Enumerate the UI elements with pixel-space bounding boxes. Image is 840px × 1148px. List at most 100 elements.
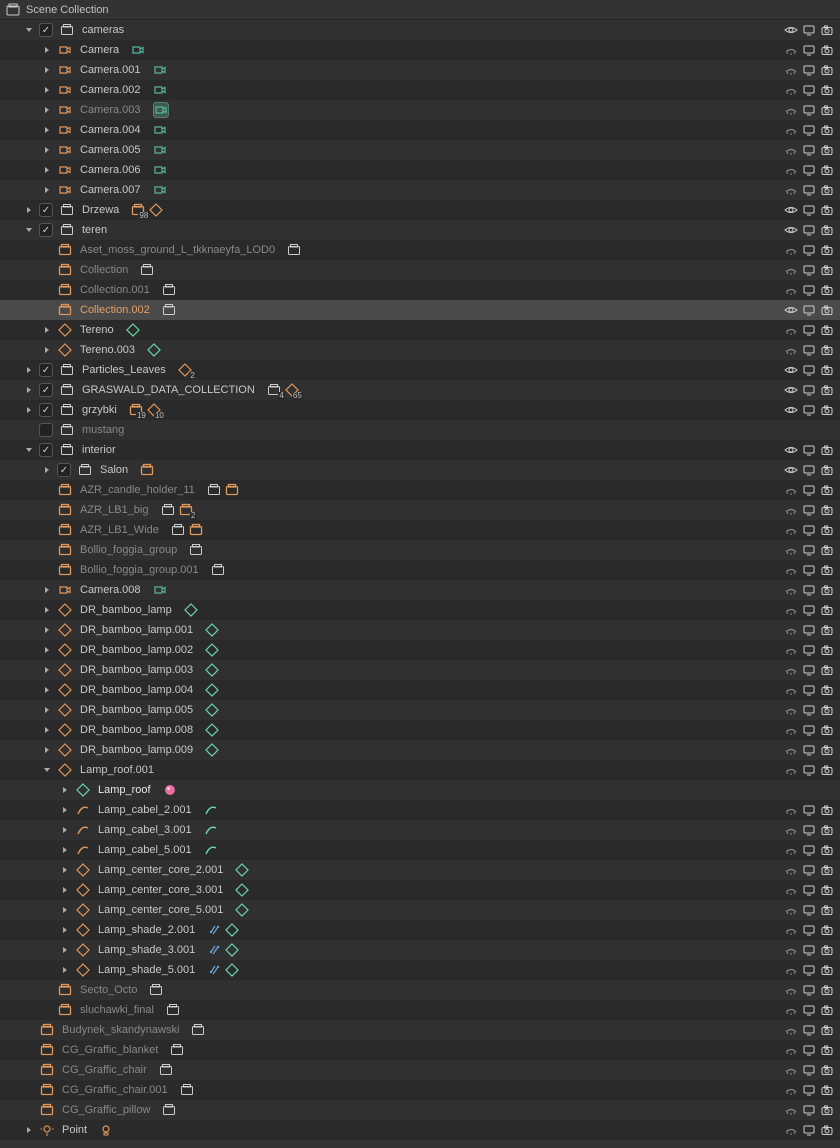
outliner-row[interactable]: Tereno.003	[0, 340, 840, 360]
disclosure-icon[interactable]	[58, 863, 72, 877]
hide-toggle-icon[interactable]	[784, 803, 798, 817]
row-label[interactable]: GRASWALD_DATA_COLLECTION	[82, 384, 255, 396]
camera-toggle-icon[interactable]	[820, 443, 834, 457]
disclosure-icon[interactable]	[40, 43, 54, 57]
screen-toggle-icon[interactable]	[802, 483, 816, 497]
visibility-checkbox[interactable]	[39, 23, 53, 37]
hide-toggle-icon[interactable]	[784, 983, 798, 997]
screen-toggle-icon[interactable]	[802, 283, 816, 297]
outliner-row[interactable]: Bollio_foggia_group.001	[0, 560, 840, 580]
outliner-row[interactable]: Camera.005	[0, 140, 840, 160]
camera-toggle-icon[interactable]	[820, 523, 834, 537]
camera-toggle-icon[interactable]	[820, 703, 834, 717]
hide-toggle-icon[interactable]	[784, 43, 798, 57]
row-label[interactable]: Lamp_center_core_2.001	[98, 864, 223, 876]
outliner-row[interactable]: Budynek_skandynawski	[0, 1020, 840, 1040]
screen-toggle-icon[interactable]	[802, 123, 816, 137]
screen-toggle-icon[interactable]	[802, 723, 816, 737]
camera-toggle-icon[interactable]	[820, 463, 834, 477]
row-label[interactable]: grzybki	[82, 404, 117, 416]
camera-toggle-icon[interactable]	[820, 83, 834, 97]
camera-toggle-icon[interactable]	[820, 263, 834, 277]
outliner-row[interactable]: Collection	[0, 260, 840, 280]
outliner-row[interactable]: Camera.004	[0, 120, 840, 140]
disclosure-icon[interactable]	[40, 103, 54, 117]
camera-toggle-icon[interactable]	[820, 163, 834, 177]
camera-toggle-icon[interactable]	[820, 1063, 834, 1077]
row-label[interactable]: Point	[62, 1124, 87, 1136]
outliner-row[interactable]: interior	[0, 440, 840, 460]
row-label[interactable]: interior	[82, 444, 116, 456]
hide-toggle-icon[interactable]	[784, 623, 798, 637]
outliner-row[interactable]: Salon	[0, 460, 840, 480]
row-label[interactable]: CG_Graffic_pillow	[62, 1104, 150, 1116]
row-label[interactable]: CG_Graffic_blanket	[62, 1044, 158, 1056]
hide-toggle-icon[interactable]	[784, 903, 798, 917]
visibility-checkbox[interactable]	[57, 463, 71, 477]
row-label[interactable]: Camera	[80, 44, 119, 56]
eye-toggle-icon[interactable]	[784, 303, 798, 317]
hide-toggle-icon[interactable]	[784, 523, 798, 537]
camera-toggle-icon[interactable]	[820, 1123, 834, 1137]
screen-toggle-icon[interactable]	[802, 23, 816, 37]
row-label[interactable]: Lamp_shade_5.001	[98, 964, 195, 976]
camera-toggle-icon[interactable]	[820, 963, 834, 977]
camera-toggle-icon[interactable]	[820, 43, 834, 57]
screen-toggle-icon[interactable]	[802, 63, 816, 77]
eye-toggle-icon[interactable]	[784, 223, 798, 237]
disclosure-icon[interactable]	[40, 343, 54, 357]
outliner-row[interactable]: Lamp_shade_5.001	[0, 960, 840, 980]
disclosure-icon[interactable]	[40, 743, 54, 757]
disclosure-icon[interactable]	[22, 1123, 36, 1137]
disclosure-icon[interactable]	[22, 383, 36, 397]
camera-toggle-icon[interactable]	[820, 1043, 834, 1057]
row-label[interactable]: Lamp_roof	[98, 784, 151, 796]
screen-toggle-icon[interactable]	[802, 1083, 816, 1097]
screen-toggle-icon[interactable]	[802, 1103, 816, 1117]
camera-toggle-icon[interactable]	[820, 983, 834, 997]
hide-toggle-icon[interactable]	[784, 863, 798, 877]
outliner-row[interactable]: Camera.001	[0, 60, 840, 80]
hide-toggle-icon[interactable]	[784, 263, 798, 277]
eye-toggle-icon[interactable]	[784, 23, 798, 37]
hide-toggle-icon[interactable]	[784, 563, 798, 577]
row-label[interactable]: Camera.004	[80, 124, 141, 136]
camera-toggle-icon[interactable]	[820, 683, 834, 697]
screen-toggle-icon[interactable]	[802, 763, 816, 777]
screen-toggle-icon[interactable]	[802, 363, 816, 377]
camera-toggle-icon[interactable]	[820, 343, 834, 357]
row-label[interactable]: Bollio_foggia_group	[80, 544, 177, 556]
row-label[interactable]: Lamp_cabel_3.001	[98, 824, 192, 836]
screen-toggle-icon[interactable]	[802, 1063, 816, 1077]
row-label[interactable]: DR_bamboo_lamp.008	[80, 724, 193, 736]
hide-toggle-icon[interactable]	[784, 1063, 798, 1077]
row-label[interactable]: Camera.001	[80, 64, 141, 76]
camera-toggle-icon[interactable]	[820, 1023, 834, 1037]
camera-toggle-icon[interactable]	[820, 283, 834, 297]
row-label[interactable]: Lamp_cabel_5.001	[98, 844, 192, 856]
disclosure-icon[interactable]	[40, 603, 54, 617]
camera-toggle-icon[interactable]	[820, 363, 834, 377]
camera-toggle-icon[interactable]	[820, 883, 834, 897]
disclosure-icon[interactable]	[58, 843, 72, 857]
row-label[interactable]: mustang	[82, 424, 124, 436]
disclosure-icon[interactable]	[22, 443, 36, 457]
camera-toggle-icon[interactable]	[820, 383, 834, 397]
outliner-row[interactable]: CG_Graffic_chair	[0, 1060, 840, 1080]
screen-toggle-icon[interactable]	[802, 443, 816, 457]
outliner-row[interactable]: sluchawki_final	[0, 1000, 840, 1020]
hide-toggle-icon[interactable]	[784, 843, 798, 857]
outliner-row[interactable]: AZR_LB1_big2	[0, 500, 840, 520]
camera-toggle-icon[interactable]	[820, 503, 834, 517]
disclosure-icon[interactable]	[58, 803, 72, 817]
camera-toggle-icon[interactable]	[820, 583, 834, 597]
camera-toggle-icon[interactable]	[820, 543, 834, 557]
screen-toggle-icon[interactable]	[802, 603, 816, 617]
outliner-row[interactable]: Camera	[0, 40, 840, 60]
row-label[interactable]: Lamp_center_core_3.001	[98, 884, 223, 896]
outliner-row[interactable]: DR_bamboo_lamp.003	[0, 660, 840, 680]
screen-toggle-icon[interactable]	[802, 703, 816, 717]
camera-toggle-icon[interactable]	[820, 223, 834, 237]
camera-toggle-icon[interactable]	[820, 1003, 834, 1017]
screen-toggle-icon[interactable]	[802, 563, 816, 577]
